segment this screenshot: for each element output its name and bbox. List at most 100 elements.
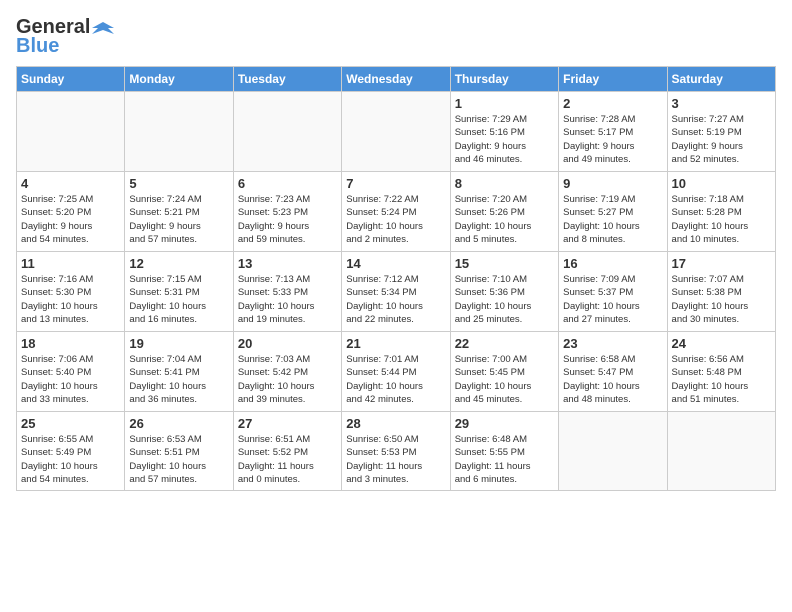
calendar-day-empty bbox=[342, 92, 450, 172]
calendar-day-14: 14 Sunrise: 7:12 AM Sunset: 5:34 PM Dayli… bbox=[342, 252, 450, 332]
day-info: Sunrise: 7:07 AM Sunset: 5:38 PM Dayligh… bbox=[672, 273, 771, 326]
day-number: 3 bbox=[672, 96, 771, 111]
day-header-tuesday: Tuesday bbox=[233, 67, 341, 92]
calendar-day-17: 17 Sunrise: 7:07 AM Sunset: 5:38 PM Dayli… bbox=[667, 252, 775, 332]
day-number: 20 bbox=[238, 336, 337, 351]
day-number: 25 bbox=[21, 416, 120, 431]
day-number: 1 bbox=[455, 96, 554, 111]
day-info: Sunrise: 7:28 AM Sunset: 5:17 PM Dayligh… bbox=[563, 113, 662, 166]
day-info: Sunrise: 6:58 AM Sunset: 5:47 PM Dayligh… bbox=[563, 353, 662, 406]
calendar-day-12: 12 Sunrise: 7:15 AM Sunset: 5:31 PM Dayli… bbox=[125, 252, 233, 332]
logo-bird-icon bbox=[92, 20, 114, 38]
day-number: 27 bbox=[238, 416, 337, 431]
day-info: Sunrise: 7:04 AM Sunset: 5:41 PM Dayligh… bbox=[129, 353, 228, 406]
day-number: 6 bbox=[238, 176, 337, 191]
calendar-week-row: 18 Sunrise: 7:06 AM Sunset: 5:40 PM Dayli… bbox=[17, 332, 776, 412]
calendar-day-10: 10 Sunrise: 7:18 AM Sunset: 5:28 PM Dayli… bbox=[667, 172, 775, 252]
day-info: Sunrise: 6:48 AM Sunset: 5:55 PM Dayligh… bbox=[455, 433, 554, 486]
day-info: Sunrise: 7:03 AM Sunset: 5:42 PM Dayligh… bbox=[238, 353, 337, 406]
calendar-day-2: 2Sunrise: 7:28 AM Sunset: 5:17 PM Daylig… bbox=[559, 92, 667, 172]
calendar-day-4: 4 Sunrise: 7:25 AM Sunset: 5:20 PM Daylig… bbox=[17, 172, 125, 252]
calendar-day-empty bbox=[559, 412, 667, 491]
calendar-day-empty bbox=[667, 412, 775, 491]
day-header-wednesday: Wednesday bbox=[342, 67, 450, 92]
day-number: 17 bbox=[672, 256, 771, 271]
day-info: Sunrise: 7:20 AM Sunset: 5:26 PM Dayligh… bbox=[455, 193, 554, 246]
day-info: Sunrise: 6:51 AM Sunset: 5:52 PM Dayligh… bbox=[238, 433, 337, 486]
calendar-day-26: 26 Sunrise: 6:53 AM Sunset: 5:51 PM Dayli… bbox=[125, 412, 233, 491]
day-info: Sunrise: 7:15 AM Sunset: 5:31 PM Dayligh… bbox=[129, 273, 228, 326]
day-number: 12 bbox=[129, 256, 228, 271]
day-number: 14 bbox=[346, 256, 445, 271]
calendar-day-29: 29 Sunrise: 6:48 AM Sunset: 5:55 PM Dayli… bbox=[450, 412, 558, 491]
day-number: 9 bbox=[563, 176, 662, 191]
day-info: Sunrise: 7:22 AM Sunset: 5:24 PM Dayligh… bbox=[346, 193, 445, 246]
calendar-day-1: 1 Sunrise: 7:29 AM Sunset: 5:16 PM Daylig… bbox=[450, 92, 558, 172]
day-info: Sunrise: 7:23 AM Sunset: 5:23 PM Dayligh… bbox=[238, 193, 337, 246]
day-info: Sunrise: 7:29 AM Sunset: 5:16 PM Dayligh… bbox=[455, 113, 554, 166]
day-number: 10 bbox=[672, 176, 771, 191]
calendar-day-19: 19 Sunrise: 7:04 AM Sunset: 5:41 PM Dayli… bbox=[125, 332, 233, 412]
day-number: 23 bbox=[563, 336, 662, 351]
day-info: Sunrise: 6:55 AM Sunset: 5:49 PM Dayligh… bbox=[21, 433, 120, 486]
calendar-day-5: 5Sunrise: 7:24 AM Sunset: 5:21 PM Daylig… bbox=[125, 172, 233, 252]
calendar-week-row: 4 Sunrise: 7:25 AM Sunset: 5:20 PM Daylig… bbox=[17, 172, 776, 252]
header: General Blue bbox=[16, 16, 776, 58]
day-info: Sunrise: 7:18 AM Sunset: 5:28 PM Dayligh… bbox=[672, 193, 771, 246]
day-info: Sunrise: 7:09 AM Sunset: 5:37 PM Dayligh… bbox=[563, 273, 662, 326]
day-number: 19 bbox=[129, 336, 228, 351]
day-number: 26 bbox=[129, 416, 228, 431]
logo: General Blue bbox=[16, 16, 114, 58]
day-info: Sunrise: 7:06 AM Sunset: 5:40 PM Dayligh… bbox=[21, 353, 120, 406]
day-header-sunday: Sunday bbox=[17, 67, 125, 92]
day-info: Sunrise: 7:01 AM Sunset: 5:44 PM Dayligh… bbox=[346, 353, 445, 406]
day-number: 21 bbox=[346, 336, 445, 351]
day-number: 22 bbox=[455, 336, 554, 351]
day-number: 15 bbox=[455, 256, 554, 271]
day-number: 16 bbox=[563, 256, 662, 271]
day-info: Sunrise: 7:12 AM Sunset: 5:34 PM Dayligh… bbox=[346, 273, 445, 326]
day-number: 8 bbox=[455, 176, 554, 191]
day-info: Sunrise: 7:27 AM Sunset: 5:19 PM Dayligh… bbox=[672, 113, 771, 166]
day-info: Sunrise: 6:56 AM Sunset: 5:48 PM Dayligh… bbox=[672, 353, 771, 406]
day-header-monday: Monday bbox=[125, 67, 233, 92]
calendar-day-22: 22 Sunrise: 7:00 AM Sunset: 5:45 PM Dayli… bbox=[450, 332, 558, 412]
calendar-day-24: 24Sunrise: 6:56 AM Sunset: 5:48 PM Dayli… bbox=[667, 332, 775, 412]
day-number: 18 bbox=[21, 336, 120, 351]
day-number: 28 bbox=[346, 416, 445, 431]
calendar-day-8: 8 Sunrise: 7:20 AM Sunset: 5:26 PM Daylig… bbox=[450, 172, 558, 252]
day-info: Sunrise: 7:19 AM Sunset: 5:27 PM Dayligh… bbox=[563, 193, 662, 246]
logo-blue-text: Blue bbox=[16, 35, 59, 58]
calendar-day-11: 11 Sunrise: 7:16 AM Sunset: 5:30 PM Dayli… bbox=[17, 252, 125, 332]
calendar-day-20: 20 Sunrise: 7:03 AM Sunset: 5:42 PM Dayli… bbox=[233, 332, 341, 412]
day-number: 4 bbox=[21, 176, 120, 191]
calendar-day-28: 28Sunrise: 6:50 AM Sunset: 5:53 PM Dayli… bbox=[342, 412, 450, 491]
calendar-table: SundayMondayTuesdayWednesdayThursdayFrid… bbox=[16, 66, 776, 491]
calendar-week-row: 11 Sunrise: 7:16 AM Sunset: 5:30 PM Dayli… bbox=[17, 252, 776, 332]
calendar-day-3: 3 Sunrise: 7:27 AM Sunset: 5:19 PM Daylig… bbox=[667, 92, 775, 172]
calendar-day-16: 16 Sunrise: 7:09 AM Sunset: 5:37 PM Dayli… bbox=[559, 252, 667, 332]
calendar-day-15: 15 Sunrise: 7:10 AM Sunset: 5:36 PM Dayli… bbox=[450, 252, 558, 332]
calendar-header-row: SundayMondayTuesdayWednesdayThursdayFrid… bbox=[17, 67, 776, 92]
calendar-day-empty bbox=[125, 92, 233, 172]
day-number: 29 bbox=[455, 416, 554, 431]
calendar-week-row: 1 Sunrise: 7:29 AM Sunset: 5:16 PM Daylig… bbox=[17, 92, 776, 172]
calendar-day-6: 6 Sunrise: 7:23 AM Sunset: 5:23 PM Daylig… bbox=[233, 172, 341, 252]
calendar-day-23: 23 Sunrise: 6:58 AM Sunset: 5:47 PM Dayli… bbox=[559, 332, 667, 412]
day-info: Sunrise: 7:00 AM Sunset: 5:45 PM Dayligh… bbox=[455, 353, 554, 406]
calendar-day-25: 25 Sunrise: 6:55 AM Sunset: 5:49 PM Dayli… bbox=[17, 412, 125, 491]
day-number: 5 bbox=[129, 176, 228, 191]
day-header-thursday: Thursday bbox=[450, 67, 558, 92]
calendar-day-18: 18 Sunrise: 7:06 AM Sunset: 5:40 PM Dayli… bbox=[17, 332, 125, 412]
day-number: 11 bbox=[21, 256, 120, 271]
day-header-friday: Friday bbox=[559, 67, 667, 92]
calendar-day-13: 13Sunrise: 7:13 AM Sunset: 5:33 PM Dayli… bbox=[233, 252, 341, 332]
day-info: Sunrise: 6:53 AM Sunset: 5:51 PM Dayligh… bbox=[129, 433, 228, 486]
day-info: Sunrise: 7:25 AM Sunset: 5:20 PM Dayligh… bbox=[21, 193, 120, 246]
calendar-week-row: 25 Sunrise: 6:55 AM Sunset: 5:49 PM Dayli… bbox=[17, 412, 776, 491]
day-number: 13 bbox=[238, 256, 337, 271]
day-info: Sunrise: 7:16 AM Sunset: 5:30 PM Dayligh… bbox=[21, 273, 120, 326]
calendar-day-21: 21 Sunrise: 7:01 AM Sunset: 5:44 PM Dayli… bbox=[342, 332, 450, 412]
day-info: Sunrise: 7:10 AM Sunset: 5:36 PM Dayligh… bbox=[455, 273, 554, 326]
day-number: 7 bbox=[346, 176, 445, 191]
